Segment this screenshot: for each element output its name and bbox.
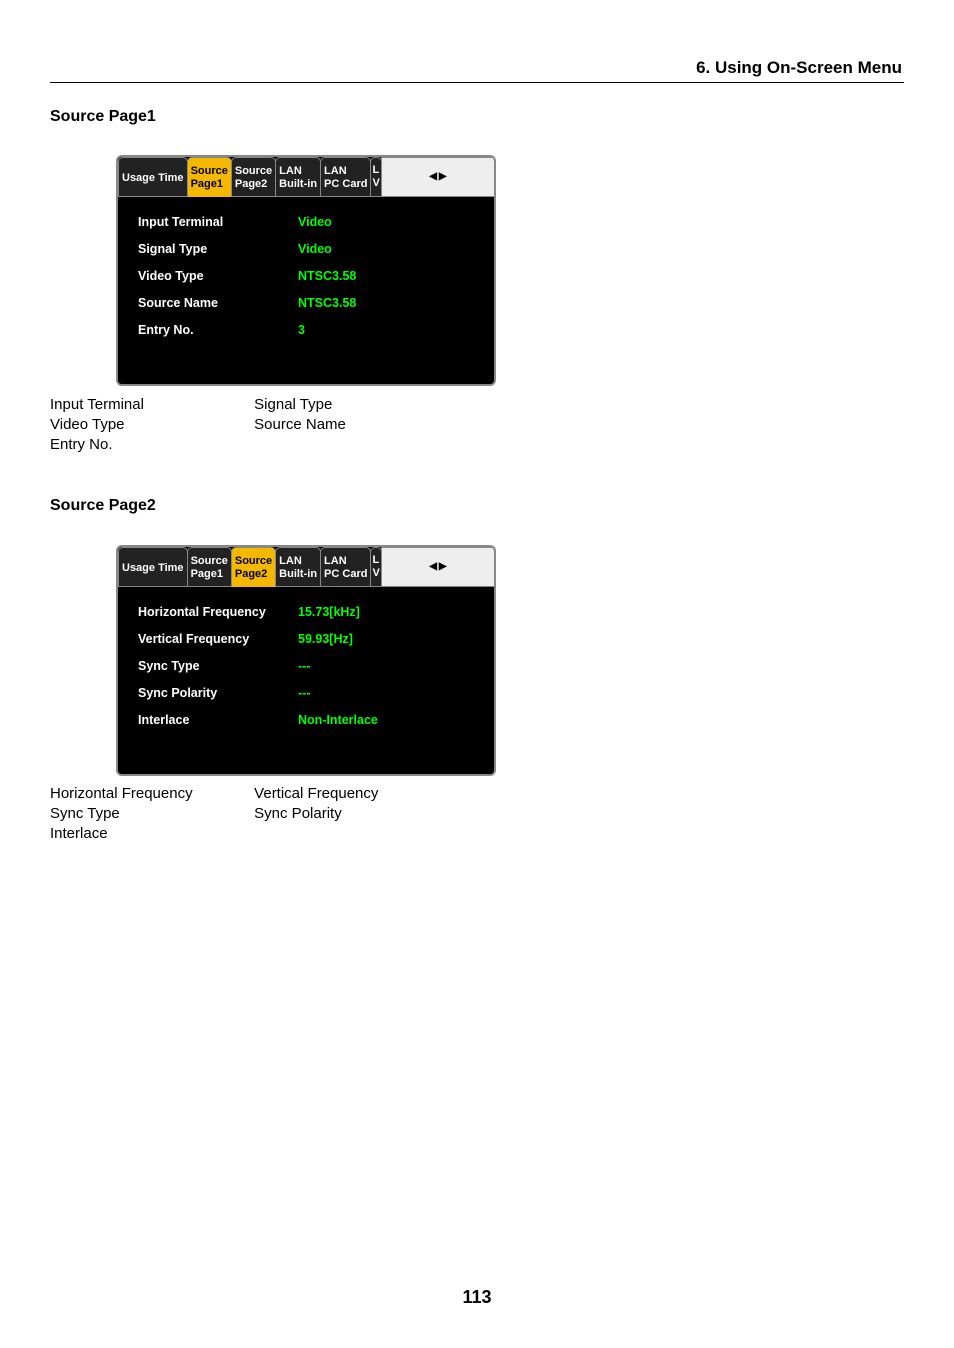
osd-value: NTSC3.58	[298, 269, 356, 283]
osd-body: Horizontal Frequency15.73[kHz] Vertical …	[118, 587, 494, 774]
tab-label-line2: Page1	[191, 568, 228, 581]
tab-label-line1: Source	[235, 165, 272, 178]
osd-value: 59.93[Hz]	[298, 632, 353, 646]
osd-value: ---	[298, 686, 311, 700]
osd-value: Video	[298, 242, 332, 256]
tab-label-line1: LAN	[324, 555, 367, 568]
osd-row: Source NameNTSC3.58	[138, 296, 484, 310]
item-text: Signal Type	[254, 395, 332, 415]
tab-label-line1: Source	[191, 555, 228, 568]
tab-source-page2[interactable]: Source Page2	[231, 547, 276, 587]
tab-label-line2: Page1	[191, 178, 228, 191]
tab-label-line1: Usage Time	[122, 172, 184, 185]
tab-usage-time[interactable]: Usage Time	[118, 547, 188, 587]
item-text: Input Terminal	[50, 395, 250, 415]
item-text: Interlace	[50, 824, 250, 844]
tab-label-line2: Built-in	[279, 178, 317, 191]
osd-label: Interlace	[138, 713, 298, 727]
tab-label-line1: LAN	[279, 555, 317, 568]
osd-value: 3	[298, 323, 305, 337]
osd-body: Input TerminalVideo Signal TypeVideo Vid…	[118, 197, 494, 384]
item-text: Vertical Frequency	[254, 784, 378, 804]
tab-source-page1[interactable]: Source Page1	[187, 547, 232, 587]
item-text: Sync Type	[50, 804, 250, 824]
tab-label-line1: Source	[235, 555, 272, 568]
osd-row: Entry No.3	[138, 323, 484, 337]
tab-label-line1: Source	[191, 165, 228, 178]
tab-label-line2: Page2	[235, 178, 272, 191]
osd-label: Entry No.	[138, 323, 298, 337]
heading-source-page1: Source Page1	[50, 108, 156, 126]
osd-row: Sync Polarity---	[138, 686, 484, 700]
osd-label: Signal Type	[138, 242, 298, 256]
tab-lan-builtin[interactable]: LAN Built-in	[275, 547, 321, 587]
scroll-right-icon: ▶	[439, 172, 447, 182]
header-rule	[50, 82, 904, 83]
tab-label-line1: LAN	[324, 165, 367, 178]
osd-row: Horizontal Frequency15.73[kHz]	[138, 605, 484, 619]
tab-lan-pccard[interactable]: LAN PC Card	[320, 547, 371, 587]
tab-bar: Usage Time Source Page1 Source Page2 LAN…	[118, 157, 494, 197]
osd-row: InterlaceNon-Interlace	[138, 713, 484, 727]
tab-source-page2[interactable]: Source Page2	[231, 157, 276, 197]
heading-source-page2: Source Page2	[50, 497, 156, 515]
osd-value: NTSC3.58	[298, 296, 356, 310]
tab-scroll[interactable]: ◀ ▶	[381, 547, 495, 587]
scroll-left-icon: ◀	[429, 172, 437, 182]
item-text: Sync Polarity	[254, 804, 342, 824]
tab-source-page1[interactable]: Source Page1	[187, 157, 232, 197]
page-number: 113	[0, 1287, 954, 1308]
tab-label-line1: L	[372, 554, 379, 567]
osd-value: Video	[298, 215, 332, 229]
osd-row: Sync Type---	[138, 659, 484, 673]
item-list-source-page1: Input Terminal Signal Type Video Type So…	[50, 395, 346, 455]
item-list-source-page2: Horizontal Frequency Vertical Frequency …	[50, 784, 378, 844]
tab-label-line2: V	[372, 567, 379, 580]
item-text: Entry No.	[50, 435, 250, 455]
scroll-right-icon: ▶	[439, 562, 447, 572]
osd-row: Input TerminalVideo	[138, 215, 484, 229]
tab-label-line2: V	[372, 177, 379, 190]
osd-label: Sync Type	[138, 659, 298, 673]
tab-lan-builtin[interactable]: LAN Built-in	[275, 157, 321, 197]
tab-label-line1: Usage Time	[122, 562, 184, 575]
osd-screenshot-source-page2: Usage Time Source Page1 Source Page2 LAN…	[116, 545, 496, 776]
osd-label: Sync Polarity	[138, 686, 298, 700]
osd-label: Horizontal Frequency	[138, 605, 298, 619]
tab-label-line2: Page2	[235, 568, 272, 581]
tab-scroll[interactable]: ◀ ▶	[381, 157, 495, 197]
osd-label: Video Type	[138, 269, 298, 283]
tab-label-line1: L	[372, 164, 379, 177]
osd-value: ---	[298, 659, 311, 673]
osd-label: Input Terminal	[138, 215, 298, 229]
tab-usage-time[interactable]: Usage Time	[118, 157, 188, 197]
osd-row: Vertical Frequency59.93[Hz]	[138, 632, 484, 646]
tab-label-line2: Built-in	[279, 568, 317, 581]
osd-label: Source Name	[138, 296, 298, 310]
osd-value: 15.73[kHz]	[298, 605, 360, 619]
osd-value: Non-Interlace	[298, 713, 378, 727]
item-text: Source Name	[254, 415, 346, 435]
item-text: Horizontal Frequency	[50, 784, 250, 804]
osd-row: Video TypeNTSC3.58	[138, 269, 484, 283]
osd-label: Vertical Frequency	[138, 632, 298, 646]
tab-label-line2: PC Card	[324, 568, 367, 581]
tab-bar: Usage Time Source Page1 Source Page2 LAN…	[118, 547, 494, 587]
tab-lan-pccard[interactable]: LAN PC Card	[320, 157, 371, 197]
tab-label-line1: LAN	[279, 165, 317, 178]
chapter-title: 6. Using On-Screen Menu	[696, 58, 902, 78]
osd-screenshot-source-page1: Usage Time Source Page1 Source Page2 LAN…	[116, 155, 496, 386]
osd-row: Signal TypeVideo	[138, 242, 484, 256]
tab-label-line2: PC Card	[324, 178, 367, 191]
item-text: Video Type	[50, 415, 250, 435]
scroll-left-icon: ◀	[429, 562, 437, 572]
